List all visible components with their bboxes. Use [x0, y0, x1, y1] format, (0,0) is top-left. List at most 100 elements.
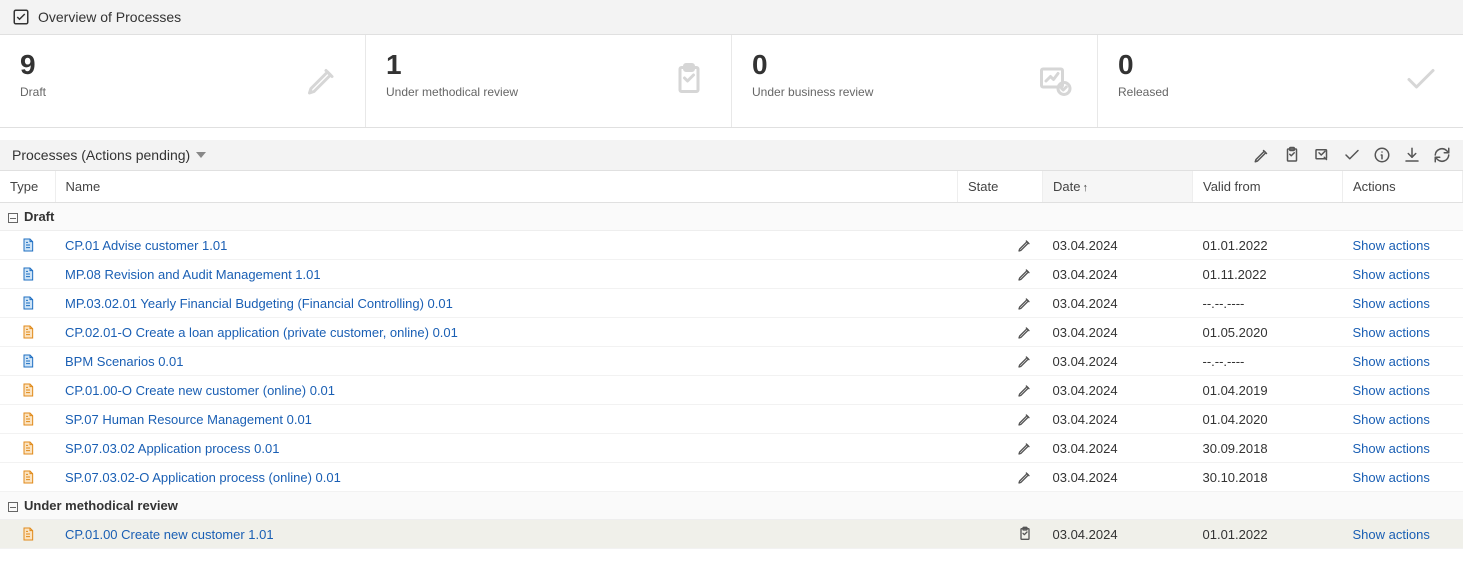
cell-name: CP.01.00 Create new customer 1.01 [55, 520, 958, 549]
process-link[interactable]: SP.07.03.02-O Application process (onlin… [65, 470, 341, 485]
pencil-icon [1017, 237, 1033, 253]
pencil-icon [1017, 353, 1033, 369]
process-link[interactable]: MP.08 Revision and Audit Management 1.01 [65, 267, 321, 282]
table-row: SP.07 Human Resource Management 0.01 03.… [0, 405, 1463, 434]
cell-type [0, 376, 55, 405]
col-header-name[interactable]: Name [55, 171, 958, 203]
cell-actions: Show actions [1343, 405, 1463, 434]
cell-actions: Show actions [1343, 289, 1463, 318]
cell-actions: Show actions [1343, 463, 1463, 492]
cell-state [958, 318, 1043, 347]
col-header-type[interactable]: Type [0, 171, 55, 203]
cell-name: CP.01.00-O Create new customer (online) … [55, 376, 958, 405]
show-actions-link[interactable]: Show actions [1353, 441, 1430, 456]
cell-date: 03.04.2024 [1043, 347, 1193, 376]
cell-date: 03.04.2024 [1043, 376, 1193, 405]
cell-name: CP.02.01-O Create a loan application (pr… [55, 318, 958, 347]
show-actions-link[interactable]: Show actions [1353, 470, 1430, 485]
cell-actions: Show actions [1343, 376, 1463, 405]
card-count: 9 [20, 51, 345, 79]
show-actions-link[interactable]: Show actions [1353, 325, 1430, 340]
table-row: CP.01.00 Create new customer 1.01 03.04.… [0, 520, 1463, 549]
cell-name: MP.08 Revision and Audit Management 1.01 [55, 260, 958, 289]
process-link[interactable]: CP.01.00-O Create new customer (online) … [65, 383, 335, 398]
cell-state [958, 289, 1043, 318]
show-actions-link[interactable]: Show actions [1353, 296, 1430, 311]
card-label: Under business review [752, 85, 1077, 99]
summary-card[interactable]: 0 Released [1098, 35, 1463, 127]
cell-type [0, 405, 55, 434]
pencil-icon [1017, 295, 1033, 311]
pencil-icon [1017, 324, 1033, 340]
cell-actions: Show actions [1343, 520, 1463, 549]
collapse-icon[interactable] [8, 213, 18, 223]
info-icon[interactable] [1373, 146, 1391, 164]
card-count: 1 [386, 51, 711, 79]
process-link[interactable]: CP.01 Advise customer 1.01 [65, 238, 227, 253]
processes-section-header: Processes (Actions pending) [0, 140, 1463, 171]
pencil-icon [1017, 440, 1033, 456]
clipboard-icon [671, 62, 707, 101]
clipboard-icon [1017, 526, 1033, 542]
table-row: SP.07.03.02-O Application process (onlin… [0, 463, 1463, 492]
cell-state [958, 376, 1043, 405]
cell-date: 03.04.2024 [1043, 289, 1193, 318]
pencil-icon[interactable] [1253, 146, 1271, 164]
process-link[interactable]: BPM Scenarios 0.01 [65, 354, 184, 369]
cell-date: 03.04.2024 [1043, 318, 1193, 347]
group-label: Draft [24, 209, 54, 224]
process-link[interactable]: CP.02.01-O Create a loan application (pr… [65, 325, 458, 340]
group-label: Under methodical review [24, 498, 178, 513]
show-actions-link[interactable]: Show actions [1353, 354, 1430, 369]
download-icon[interactable] [1403, 146, 1421, 164]
pencil-icon [1017, 411, 1033, 427]
summary-card[interactable]: 0 Under business review [732, 35, 1098, 127]
col-header-actions[interactable]: Actions [1343, 171, 1463, 203]
cell-type [0, 289, 55, 318]
cell-actions: Show actions [1343, 347, 1463, 376]
show-actions-link[interactable]: Show actions [1353, 527, 1430, 542]
cell-valid-from: --.--.---- [1193, 289, 1343, 318]
col-header-state[interactable]: State [958, 171, 1043, 203]
pencil-icon [1017, 266, 1033, 282]
process-link[interactable]: MP.03.02.01 Yearly Financial Budgeting (… [65, 296, 453, 311]
cell-type [0, 434, 55, 463]
refresh-icon[interactable] [1433, 146, 1451, 164]
show-actions-link[interactable]: Show actions [1353, 267, 1430, 282]
table-row: SP.07.03.02 Application process 0.01 03.… [0, 434, 1463, 463]
cell-date: 03.04.2024 [1043, 463, 1193, 492]
show-actions-link[interactable]: Show actions [1353, 238, 1430, 253]
process-link[interactable]: SP.07.03.02 Application process 0.01 [65, 441, 279, 456]
check-icon[interactable] [1343, 146, 1361, 164]
process-link[interactable]: SP.07 Human Resource Management 0.01 [65, 412, 312, 427]
show-actions-link[interactable]: Show actions [1353, 412, 1430, 427]
stamp-icon[interactable] [1313, 146, 1331, 164]
section-title[interactable]: Processes (Actions pending) [12, 147, 190, 163]
clipboard-icon[interactable] [1283, 146, 1301, 164]
cell-state [958, 260, 1043, 289]
cell-date: 03.04.2024 [1043, 434, 1193, 463]
cell-actions: Show actions [1343, 260, 1463, 289]
summary-card[interactable]: 9 Draft [0, 35, 366, 127]
group-row[interactable]: Draft [0, 203, 1463, 231]
table-row: CP.01 Advise customer 1.01 03.04.2024 01… [0, 231, 1463, 260]
collapse-icon[interactable] [8, 502, 18, 512]
card-count: 0 [752, 51, 1077, 79]
cell-valid-from: 01.01.2022 [1193, 231, 1343, 260]
cell-state [958, 347, 1043, 376]
chevron-down-icon[interactable] [196, 152, 206, 158]
show-actions-link[interactable]: Show actions [1353, 383, 1430, 398]
sort-asc-icon: ↑ [1082, 182, 1088, 194]
cell-date: 03.04.2024 [1043, 231, 1193, 260]
cell-type [0, 463, 55, 492]
cell-actions: Show actions [1343, 231, 1463, 260]
col-header-valid-from[interactable]: Valid from [1193, 171, 1343, 203]
group-row[interactable]: Under methodical review [0, 492, 1463, 520]
pencil-icon [1017, 469, 1033, 485]
table-header-row: Type Name State Date↑ Valid from Actions [0, 171, 1463, 203]
process-link[interactable]: CP.01.00 Create new customer 1.01 [65, 527, 274, 542]
table-row: CP.01.00-O Create new customer (online) … [0, 376, 1463, 405]
summary-card[interactable]: 1 Under methodical review [366, 35, 732, 127]
col-header-date[interactable]: Date↑ [1043, 171, 1193, 203]
processes-table: Type Name State Date↑ Valid from Actions… [0, 171, 1463, 549]
